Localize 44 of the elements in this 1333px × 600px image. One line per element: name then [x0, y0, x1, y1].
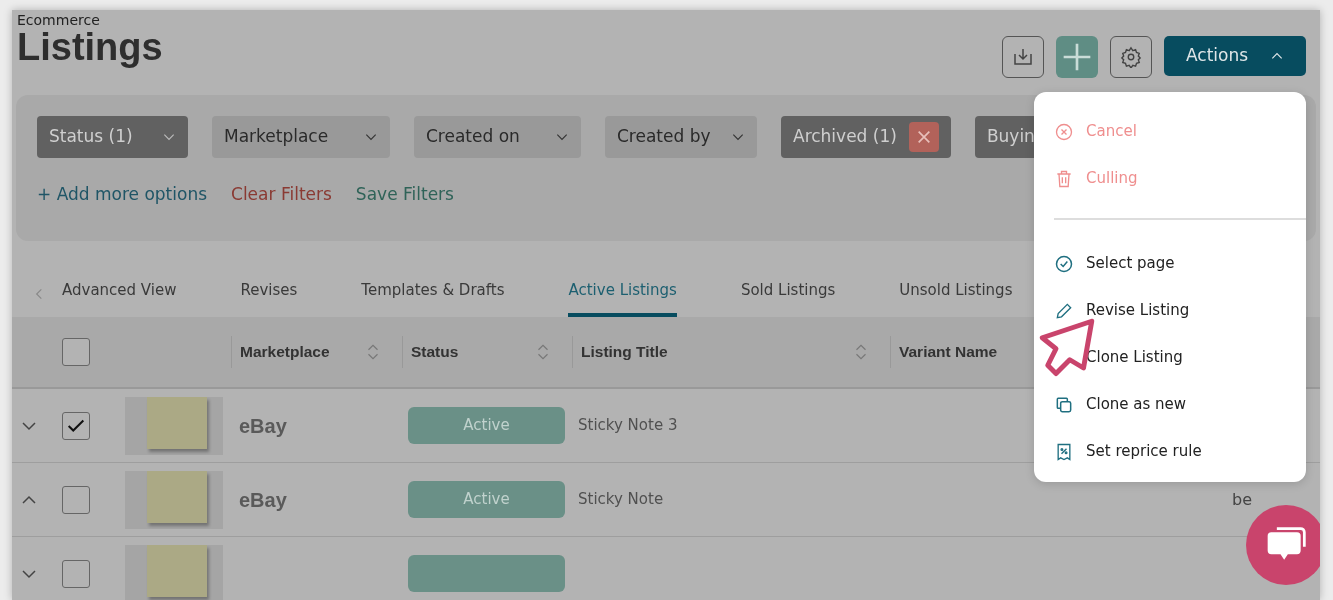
tab[interactable]: Advanced View [62, 278, 177, 318]
actions-button[interactable]: Actions [1164, 36, 1306, 76]
filter-chip[interactable]: Marketplace [212, 115, 390, 158]
menu-item[interactable]: Revise Listing [1054, 287, 1190, 334]
check-circle-icon [1054, 253, 1074, 274]
tab[interactable]: Unsold Listings [899, 278, 1013, 318]
listing-title: Sticky Note 3 [577, 415, 679, 437]
tab[interactable]: Revises [240, 278, 298, 318]
trash-icon [1054, 168, 1074, 189]
checkbox[interactable] [62, 559, 90, 588]
remove-filter-button[interactable] [908, 121, 939, 152]
checkbox[interactable] [62, 411, 90, 440]
menu-item[interactable]: Set reprice rule [1054, 428, 1202, 475]
tab[interactable]: Templates & Drafts [361, 278, 505, 318]
checkbox[interactable] [62, 485, 90, 514]
status-badge: Active [408, 407, 565, 445]
export-button[interactable] [1002, 36, 1044, 78]
cancel-icon [1054, 121, 1074, 142]
column-header[interactable]: Marketplace [240, 340, 330, 364]
marketplace-name: eBay [238, 487, 288, 513]
filter-link[interactable]: + Add more options [37, 181, 208, 208]
column-header[interactable]: Variant Name [899, 340, 998, 364]
filter-chip[interactable]: Archived (1) [781, 115, 951, 158]
menu-item[interactable]: Clone as new [1054, 381, 1187, 428]
table-cell-text: be [1232, 488, 1252, 511]
settings-button[interactable] [1110, 36, 1152, 78]
column-header[interactable]: Status [411, 340, 459, 364]
filter-chip[interactable]: Status (1) [37, 115, 188, 158]
status-badge: Active [408, 481, 565, 519]
tab[interactable]: Sold Listings [740, 278, 836, 318]
settings-icon [1120, 46, 1142, 68]
filter-chip[interactable]: Created by [605, 115, 757, 158]
add-button[interactable] [1056, 36, 1098, 78]
filter-chip[interactable]: Created on [414, 115, 581, 158]
menu-item[interactable]: Clone Listing [1054, 334, 1183, 381]
marketplace-name: eBay [238, 413, 288, 439]
plus-icon [1061, 41, 1093, 73]
menu-item[interactable]: Select page [1054, 240, 1175, 287]
close-icon [915, 128, 932, 145]
filter-link[interactable]: Save Filters [355, 181, 454, 208]
listing-title: Sticky Note [577, 489, 665, 511]
column-header[interactable]: Listing Title [581, 340, 668, 364]
filter-link[interactable]: Clear Filters [231, 181, 332, 208]
checkbox[interactable] [62, 338, 90, 367]
